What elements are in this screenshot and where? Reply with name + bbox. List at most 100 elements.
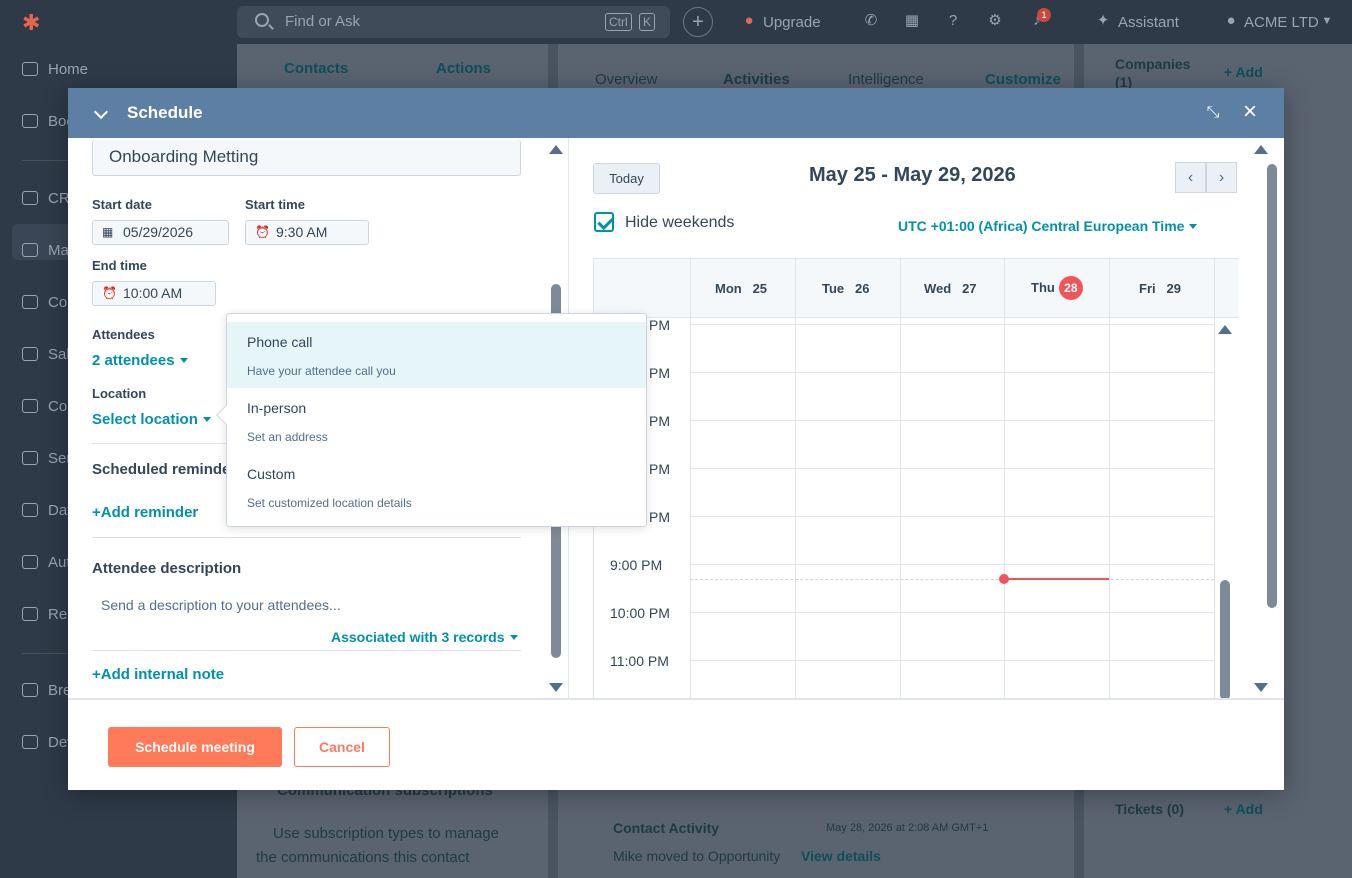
calendar-scroll-up-arrow-icon[interactable] bbox=[1254, 145, 1268, 154]
hide-weekends-checkbox[interactable] bbox=[594, 212, 614, 232]
calendar-icon: ▦ bbox=[102, 225, 114, 239]
sidebar-item-home[interactable]: Home bbox=[22, 59, 88, 81]
caret-down-icon bbox=[1189, 224, 1198, 229]
create-plus-icon[interactable]: + bbox=[683, 7, 713, 37]
companies-heading: Companies bbox=[1115, 56, 1191, 72]
calendar-scroll-down-arrow-icon[interactable] bbox=[1254, 683, 1268, 692]
today-button[interactable]: Today bbox=[593, 163, 660, 194]
attendee-description-input[interactable]: Send a description to your attendees... bbox=[101, 597, 341, 613]
alarm-clock-icon: ⏰ bbox=[102, 286, 117, 300]
tab-overview[interactable]: Overview bbox=[595, 71, 658, 88]
comm-subscriptions-text-2: the communications this contact bbox=[256, 849, 470, 866]
scroll-up-arrow-icon[interactable] bbox=[549, 145, 563, 154]
top-navigation-bar: ✱ Find or Ask Ctrl K + ● Upgrade ✆ ▦ ? ⚙… bbox=[0, 0, 1352, 44]
tickets-add-button[interactable]: + Add bbox=[1224, 801, 1263, 817]
notification-count-badge: 1 bbox=[1037, 8, 1051, 22]
actions-dropdown[interactable]: Actions bbox=[436, 60, 491, 77]
account-avatar[interactable]: ● bbox=[1222, 12, 1240, 30]
development-icon bbox=[22, 735, 38, 749]
sidebar-item-data[interactable]: Dat bbox=[22, 500, 71, 522]
cancel-button[interactable]: Cancel bbox=[294, 727, 390, 767]
divider bbox=[92, 650, 521, 651]
kbd-ctrl: Ctrl bbox=[605, 13, 632, 31]
hide-weekends-label: Hide weekends bbox=[625, 214, 735, 231]
hour-line bbox=[690, 564, 1214, 565]
hour-line bbox=[690, 468, 1214, 469]
collapse-chevron-down-icon[interactable] bbox=[93, 104, 109, 120]
start-date-input[interactable]: ▦ 05/29/2026 bbox=[92, 220, 229, 245]
calendar-date-range: May 25 - May 29, 2026 bbox=[809, 164, 1016, 186]
account-name[interactable]: ACME LTD bbox=[1244, 14, 1319, 31]
sidebar-item-automation[interactable]: Aut bbox=[22, 552, 71, 574]
day-header-tue: Tue 26 bbox=[822, 281, 870, 296]
grid-scroll-up-arrow-icon[interactable] bbox=[1218, 325, 1232, 334]
upgrade-link[interactable]: Upgrade bbox=[763, 14, 821, 31]
assistant-button[interactable]: Assistant bbox=[1118, 14, 1179, 31]
scheduled-reminders-label: Scheduled reminde bbox=[92, 461, 231, 478]
companies-add-button[interactable]: + Add bbox=[1224, 64, 1263, 80]
day-header-mon: Mon 25 bbox=[715, 281, 768, 296]
calendar-scroll-thumb[interactable] bbox=[1267, 164, 1277, 608]
end-time-input[interactable]: ⏰ 10:00 AM bbox=[92, 281, 216, 306]
global-search-input[interactable]: Find or Ask Ctrl K bbox=[237, 6, 670, 38]
attendees-dropdown[interactable]: 2 attendees bbox=[92, 352, 188, 369]
sidebar-item-crm[interactable]: CR bbox=[22, 188, 70, 210]
view-details-link[interactable]: View details bbox=[801, 848, 881, 864]
tab-activities[interactable]: Activities bbox=[723, 71, 790, 88]
option-title: Custom bbox=[247, 466, 296, 482]
location-dropdown[interactable]: Select location bbox=[92, 411, 211, 428]
end-time-label: End time bbox=[92, 258, 147, 273]
option-title: Phone call bbox=[247, 334, 313, 350]
close-icon[interactable]: × bbox=[1240, 100, 1260, 124]
modal-title: Schedule bbox=[127, 103, 203, 122]
sidebar-item-development[interactable]: Dev bbox=[22, 732, 75, 754]
timezone-dropdown[interactable]: UTC +01:00 (Africa) Central European Tim… bbox=[898, 218, 1198, 234]
hour-line bbox=[690, 516, 1214, 517]
sidebar-item-bookmarks[interactable]: Boo bbox=[22, 111, 75, 133]
sidebar-item-sales[interactable]: Sal bbox=[22, 344, 70, 366]
grid-scroll-thumb[interactable] bbox=[1220, 580, 1230, 698]
sidebar-item-breeze[interactable]: Bre bbox=[22, 680, 71, 702]
prev-week-chevron-left-icon[interactable]: ‹ bbox=[1175, 162, 1206, 193]
alarm-clock-icon: ⏰ bbox=[255, 225, 270, 239]
sidebar-item-commerce[interactable]: Cor bbox=[22, 396, 72, 418]
tab-intelligence[interactable]: Intelligence bbox=[848, 71, 924, 88]
home-icon bbox=[22, 62, 38, 76]
customize-link[interactable]: Customize bbox=[985, 71, 1061, 88]
day-header-wed: Wed 27 bbox=[924, 281, 977, 296]
start-time-input[interactable]: ⏰ 9:30 AM bbox=[245, 220, 369, 245]
service-icon bbox=[22, 451, 38, 465]
attendee-description-label: Attendee description bbox=[92, 560, 242, 577]
reporting-icon bbox=[22, 607, 38, 621]
phone-icon[interactable]: ✆ bbox=[862, 12, 880, 30]
settings-gear-icon[interactable]: ⚙ bbox=[986, 12, 1004, 30]
tickets-heading: Tickets (0) bbox=[1115, 801, 1184, 817]
caret-down-icon bbox=[179, 358, 188, 363]
marketplace-icon[interactable]: ▦ bbox=[903, 12, 921, 30]
sidebar-item-content[interactable]: Cor bbox=[22, 292, 72, 314]
hour-label: PM bbox=[649, 461, 670, 477]
schedule-meeting-button[interactable]: Schedule meeting bbox=[108, 727, 282, 767]
minimize-icon[interactable]: ⤡ bbox=[1204, 104, 1222, 122]
location-options-menu: Phone call Have your attendee call you I… bbox=[216, 313, 647, 527]
location-option-phone-call[interactable]: Phone call Have your attendee call you bbox=[227, 322, 646, 388]
associated-records-dropdown[interactable]: Associated with 3 records bbox=[331, 629, 518, 645]
add-reminder-button[interactable]: +Add reminder bbox=[92, 504, 198, 521]
hour-label: PM bbox=[649, 317, 670, 333]
scroll-down-arrow-icon[interactable] bbox=[549, 683, 563, 692]
day-header-fri: Fri 29 bbox=[1139, 281, 1181, 296]
account-chevron-down-icon[interactable]: ▼ bbox=[1318, 12, 1336, 30]
location-option-custom[interactable]: Custom Set customized location details bbox=[227, 454, 646, 520]
breadcrumb-contacts[interactable]: Contacts bbox=[284, 60, 348, 77]
location-label: Location bbox=[92, 386, 147, 401]
hour-line bbox=[690, 324, 1214, 325]
assistant-sparkle-icon: ✦ bbox=[1096, 12, 1110, 29]
location-option-in-person[interactable]: In-person Set an address bbox=[227, 388, 646, 454]
hubspot-logo-icon[interactable]: ✱ bbox=[22, 10, 46, 35]
help-icon[interactable]: ? bbox=[944, 12, 962, 30]
meeting-title-input[interactable]: Onboarding Metting bbox=[92, 140, 521, 176]
sidebar-item-service[interactable]: Ser bbox=[22, 448, 71, 470]
add-internal-note-button[interactable]: +Add internal note bbox=[92, 666, 224, 683]
sidebar-item-marketing[interactable]: Ma bbox=[22, 240, 69, 262]
next-week-chevron-right-icon[interactable]: › bbox=[1206, 162, 1237, 193]
